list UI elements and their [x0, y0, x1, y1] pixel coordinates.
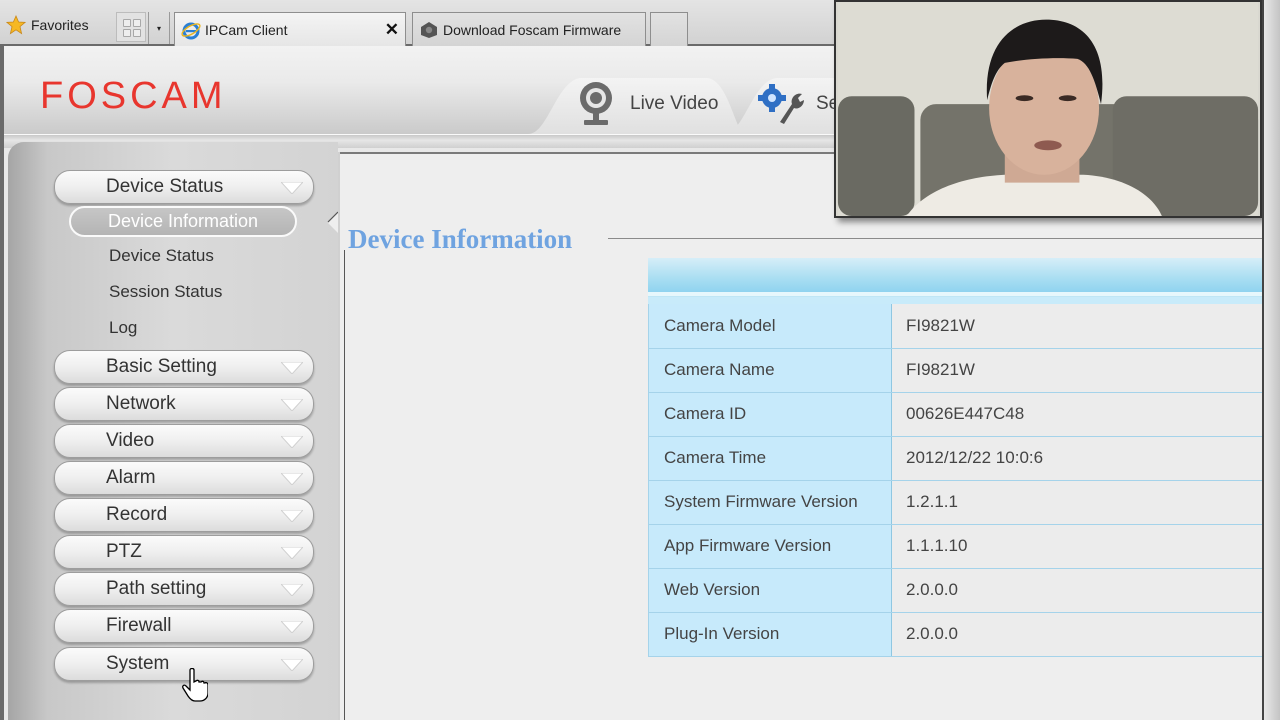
sidebar-section-record[interactable]: Record: [54, 498, 314, 532]
table-row: System Firmware Version 1.2.1.1: [648, 480, 1280, 525]
row-value: 1.2.1.1: [891, 480, 1280, 525]
section-label: PTZ: [106, 541, 142, 562]
section-label: Record: [106, 504, 168, 525]
chevron-down-icon: [281, 547, 303, 559]
tab-live-video[interactable]: Live Video: [528, 74, 744, 134]
webcam-icon: [576, 80, 616, 128]
table-row: Camera ID 00626E447C48: [648, 392, 1280, 437]
item-label: Device Information: [108, 211, 259, 231]
brand-text: FOSCAM: [40, 76, 227, 112]
sidebar-item-device-information[interactable]: Device Information: [69, 206, 297, 237]
chevron-down-icon: [281, 362, 303, 374]
internet-explorer-icon: [181, 22, 201, 39]
table-row: Web Version 2.0.0.0: [648, 568, 1280, 613]
table-row: Camera Name FI9821W: [648, 348, 1280, 393]
row-value: 2.0.0.0: [891, 612, 1280, 657]
close-tab-icon[interactable]: ✕: [385, 20, 399, 40]
row-value: 2012/12/22 10:0:6: [891, 436, 1280, 481]
browser-tab-ipcam-client[interactable]: IPCam Client ✕: [174, 12, 406, 46]
page-title: Device Information: [348, 224, 573, 254]
table-row: Camera Time 2012/12/22 10:0:6: [648, 436, 1280, 481]
row-value: 00626E447C48: [891, 392, 1280, 437]
quick-tabs-icon-cell: [123, 29, 131, 37]
browser-tab-download-firmware[interactable]: Download Foscam Firmware: [412, 12, 646, 46]
chevron-down-icon: [281, 621, 303, 633]
foscam-site-icon: [421, 21, 437, 38]
sidebar-section-ptz[interactable]: PTZ: [54, 535, 314, 569]
section-label: Basic Setting: [106, 356, 217, 377]
table-row: Camera Model FI9821W: [648, 304, 1280, 349]
table-row: App Firmware Version 1.1.1.10: [648, 524, 1280, 569]
device-info-table: Camera Model FI9821W Camera Name FI9821W C…: [648, 258, 1280, 657]
screen: Favorites ▾ IPCam Client ✕ Download Fosc…: [0, 0, 1280, 720]
sidebar-section-alarm[interactable]: Alarm: [54, 461, 314, 495]
star-icon: [6, 15, 26, 35]
caret-down-icon: ▾: [156, 23, 161, 33]
chevron-down-icon: [281, 584, 303, 596]
chevron-down-icon: [281, 182, 303, 194]
row-label: System Firmware Version: [648, 480, 892, 525]
row-value: 2.0.0.0: [891, 568, 1280, 613]
device-info-grid: Camera Model FI9821W Camera Name FI9821W C…: [648, 304, 1280, 657]
section-label: Firewall: [106, 615, 172, 636]
section-label: Network: [106, 393, 176, 414]
quick-tabs-icon: [123, 19, 131, 27]
tab-label: Live Video: [630, 93, 719, 114]
window-right-edge: [1262, 0, 1280, 720]
hand-pointer-cursor: [182, 668, 208, 702]
favorites-button[interactable]: Favorites: [6, 14, 89, 36]
sidebar-item-log[interactable]: Log: [109, 318, 137, 338]
row-value: FI9821W: [891, 304, 1280, 349]
section-label: Alarm: [106, 467, 156, 488]
sidebar-section-firewall[interactable]: Firewall: [54, 609, 314, 643]
section-label: Video: [106, 430, 155, 451]
row-label: Camera Time: [648, 436, 892, 481]
row-label: Web Version: [648, 568, 892, 613]
row-label: Camera Name: [648, 348, 892, 393]
sidebar-item-session-status[interactable]: Session Status: [109, 282, 222, 302]
favorites-label: Favorites: [31, 17, 89, 33]
quick-tabs-button[interactable]: [116, 12, 146, 42]
row-label: App Firmware Version: [648, 524, 892, 569]
tab-title: Download Foscam Firmware: [443, 21, 622, 38]
webcam-frame: [837, 2, 1259, 216]
sidebar-section-device-status[interactable]: Device Status: [54, 170, 314, 204]
section-label: Path setting: [106, 578, 207, 599]
main-content: Device Information Camera Model FI9821W C…: [338, 152, 1280, 720]
section-label: Device Status: [106, 176, 224, 197]
chevron-down-icon: [281, 659, 303, 671]
row-value: FI9821W: [891, 348, 1280, 393]
section-label: System: [106, 653, 170, 674]
quick-tabs-icon-cell: [133, 19, 141, 27]
table-header-bar: [648, 258, 1280, 296]
webcam-overlay-video: [834, 0, 1262, 218]
new-tab-button[interactable]: [650, 12, 688, 46]
chevron-down-icon: [281, 399, 303, 411]
tab-list-dropdown[interactable]: ▾: [148, 12, 170, 44]
content-left-border: [344, 250, 345, 720]
chevron-down-icon: [281, 436, 303, 448]
row-label: Camera Model: [648, 304, 892, 349]
sidebar-section-path-setting[interactable]: Path setting: [54, 572, 314, 606]
row-label: Plug-In Version: [648, 612, 892, 657]
row-value: 1.1.1.10: [891, 524, 1280, 569]
sidebar-section-network[interactable]: Network: [54, 387, 314, 421]
quick-tabs-icon-cell: [133, 29, 141, 37]
table-row: Plug-In Version 2.0.0.0: [648, 612, 1280, 657]
chevron-down-icon: [281, 473, 303, 485]
sidebar-item-device-status[interactable]: Device Status: [109, 246, 214, 266]
sidebar: Device Status Device Information Device …: [8, 142, 338, 720]
row-label: Camera ID: [648, 392, 892, 437]
sidebar-section-video[interactable]: Video: [54, 424, 314, 458]
tab-title: IPCam Client: [205, 21, 288, 38]
title-divider: [608, 238, 1280, 239]
table-header-spacer: [648, 296, 1280, 304]
chevron-down-icon: [281, 510, 303, 522]
foscam-logo: FOSCAM: [40, 76, 227, 112]
sidebar-section-basic-setting[interactable]: Basic Setting: [54, 350, 314, 384]
settings-gear-wrench-icon: [758, 84, 804, 124]
